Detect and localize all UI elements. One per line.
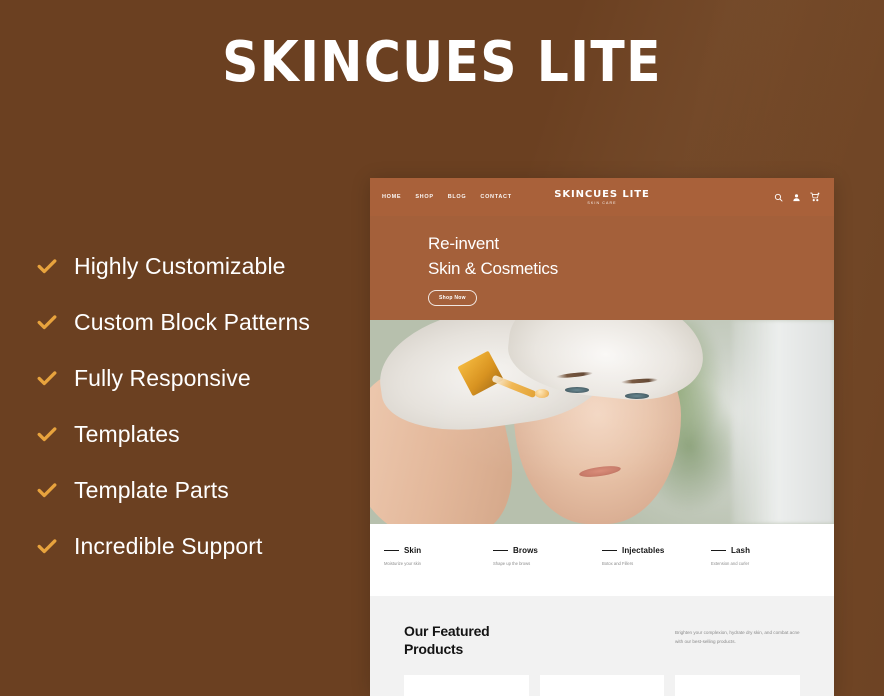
feature-item-custom-block-patterns: Custom Block Patterns [36,294,346,350]
featured-products-section: Our Featured Products Brighten your comp… [370,596,834,696]
cart-icon[interactable] [810,192,820,202]
feature-label: Highly Customizable [74,252,286,279]
shop-now-button[interactable]: Shop Now [428,290,477,307]
service-description: Botox and Fillers [602,561,634,566]
website-mockup: HOME SHOP BLOG CONTACT SKINCUES LITE SKI… [370,178,834,696]
page-title: SKINCUES LITE [222,30,662,95]
feature-item-templates: Templates [36,406,346,462]
product-card-1[interactable] [404,674,529,696]
service-heading: Brows [493,546,592,555]
feature-list: Highly Customizable Custom Block Pattern… [36,238,346,574]
service-title: Lash [731,546,751,555]
featured-header: Our Featured Products Brighten your comp… [404,622,800,659]
search-icon[interactable] [774,193,783,202]
service-heading: Injectables [602,546,701,555]
service-title: Skin [404,546,422,555]
account-icon[interactable] [792,193,801,202]
feature-item-incredible-support: Incredible Support [36,518,346,574]
nav-link-shop[interactable]: SHOP [415,194,433,200]
featured-description: Brighten your complexion, hydrate dry sk… [675,630,800,645]
featured-title: Our Featured Products [404,623,490,658]
product-card-2[interactable] [539,674,665,696]
feature-label: Template Parts [74,476,229,503]
hero-headline-line1: Re-invent [428,234,499,253]
service-description: Shape up the brows [493,561,531,566]
feature-label: Templates [74,420,180,447]
service-item-lash[interactable]: Lash Extension and curler [711,546,820,596]
feature-label: Incredible Support [74,532,263,559]
service-item-injectables[interactable]: Injectables Botox and Fillers [602,546,711,596]
site-header: HOME SHOP BLOG CONTACT SKINCUES LITE SKI… [370,178,834,216]
dash-icon [384,550,399,551]
header-actions [774,192,820,202]
primary-nav: HOME SHOP BLOG CONTACT [382,194,512,200]
check-icon [36,255,58,277]
hero-section: Re-invent Skin & Cosmetics Shop Now [370,216,834,320]
check-icon [36,535,58,557]
product-card-3[interactable] [675,674,801,696]
service-heading: Skin [384,546,483,555]
feature-item-highly-customizable: Highly Customizable [36,238,346,294]
feature-label: Fully Responsive [74,364,251,391]
feature-item-fully-responsive: Fully Responsive [36,350,346,406]
nav-link-contact[interactable]: CONTACT [480,194,511,200]
dash-icon [493,550,508,551]
nav-link-blog[interactable]: BLOG [448,194,467,200]
feature-item-template-parts: Template Parts [36,462,346,518]
service-item-brows[interactable]: Brows Shape up the brows [493,546,602,596]
feature-label: Custom Block Patterns [74,308,311,335]
service-heading: Lash [711,546,810,555]
check-icon [36,479,58,501]
dash-icon [602,550,617,551]
hero-headline-line2: Skin & Cosmetics [428,258,559,278]
promo-banner: SKINCUES LITE Highly Customizable Custom… [0,0,884,696]
service-description: Moisturize your skin [384,561,422,566]
dash-icon [711,550,726,551]
nav-link-home[interactable]: HOME [382,194,401,200]
hero-image [370,320,834,524]
service-item-skin[interactable]: Skin Moisturize your skin [384,546,493,596]
service-title: Injectables [622,546,665,555]
services-strip: Skin Moisturize your skin Brows Shape up… [370,524,834,596]
logo-tagline: SKIN CARE [587,201,617,205]
hero-image-highlight [370,320,834,524]
check-icon [36,367,58,389]
check-icon [36,311,58,333]
product-grid [404,674,801,696]
check-icon [36,423,58,445]
service-description: Extension and curler [711,561,750,566]
service-title: Brows [513,546,538,555]
